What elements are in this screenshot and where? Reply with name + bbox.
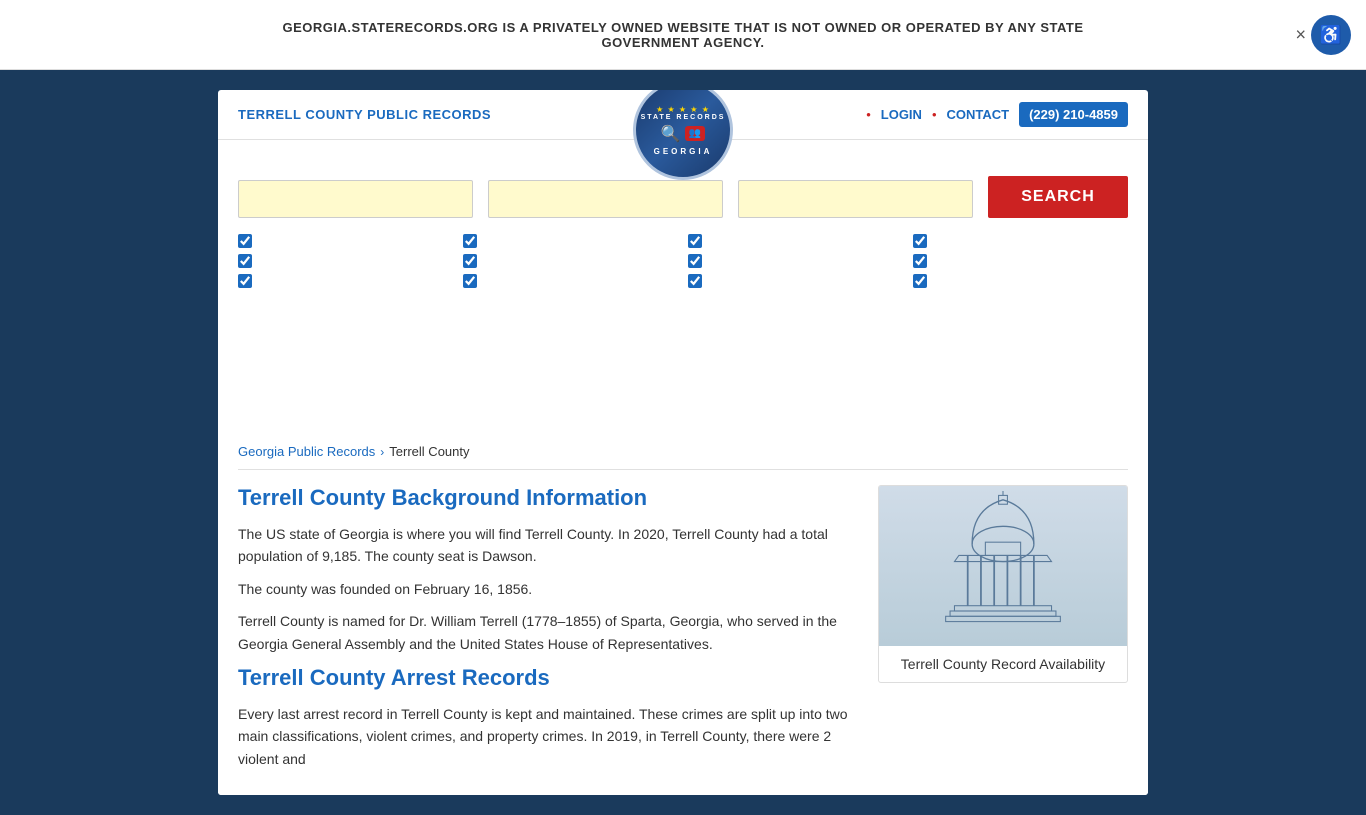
nav-links: • LOGIN • CONTACT (229) 210-4859 xyxy=(866,102,1128,127)
sidebar-card: Terrell County Record Availability xyxy=(878,485,1128,683)
people-icon: 👥 xyxy=(685,126,705,141)
checkbox-label-4: Criminal Records xyxy=(258,253,358,268)
arrest-body: Every last arrest record in Terrell Coun… xyxy=(238,703,858,770)
content-main: Terrell County Background Information Th… xyxy=(238,485,858,780)
checkbox-item: Registered Licenses xyxy=(913,253,1128,268)
terms-link[interactable]: Terms of Service xyxy=(846,335,935,349)
checkbox-10[interactable] xyxy=(688,274,702,288)
checkbox-item: Traffic Violations xyxy=(463,273,678,288)
accessibility-button[interactable]: ♿ xyxy=(1311,15,1351,55)
checkbox-5[interactable] xyxy=(463,254,477,268)
background-body3: Terrell County is named for Dr. William … xyxy=(238,610,858,655)
checkbox-8[interactable] xyxy=(238,274,252,288)
last-name-input[interactable] xyxy=(488,180,723,218)
checkbox-item: Unclaimed Assets xyxy=(688,273,903,288)
checkbox-label-11: Contact Details xyxy=(933,273,1021,288)
checkbox-label-1: Bankruptcies xyxy=(483,233,558,248)
page-wrapper: TERRELL COUNTY PUBLIC RECORDS ★ ★ ★ ★ ★ … xyxy=(0,70,1366,815)
checkbox-item: Business Ownership xyxy=(688,253,903,268)
background-title: Terrell County Background Information xyxy=(238,485,858,511)
checkbox-0[interactable] xyxy=(238,234,252,248)
checkbox-item: Criminal Records xyxy=(238,253,453,268)
checkbox-label-9: Traffic Violations xyxy=(483,273,578,288)
nav-dot-1: • xyxy=(866,107,871,122)
breadcrumb-separator: › xyxy=(380,445,384,459)
checkbox-label-8: Jail & Inmate Records xyxy=(258,273,385,288)
checkbox-item: Vital Records xyxy=(913,233,1128,248)
city-label: City: xyxy=(738,160,973,175)
logo-icons: 🔍 👥 xyxy=(661,124,705,144)
breadcrumb-parent-link[interactable]: Georgia Public Records xyxy=(238,444,375,459)
header-card: TERRELL COUNTY PUBLIC RECORDS ★ ★ ★ ★ ★ … xyxy=(218,90,1148,795)
building-icon xyxy=(913,491,1093,641)
logo-stars: ★ ★ ★ ★ ★ xyxy=(656,105,710,114)
checkbox-item: Contact Details xyxy=(913,273,1128,288)
city-input[interactable] xyxy=(738,180,973,218)
checkbox-11[interactable] xyxy=(913,274,927,288)
nav-dot-2: • xyxy=(932,107,937,122)
checkbox-item: Jail & Inmate Records xyxy=(238,273,453,288)
checkbox-label-2: Property Records xyxy=(708,233,809,248)
breadcrumb: Georgia Public Records › Terrell County xyxy=(238,434,1128,470)
background-body2: The county was founded on February 16, 1… xyxy=(238,578,858,600)
disclaimer: Georgia.StateRecords.org is not a consum… xyxy=(238,303,1128,399)
checkbox-label-7: Registered Licenses xyxy=(933,253,1051,268)
content-area: Georgia Public Records › Terrell County … xyxy=(218,419,1148,795)
sidebar-card-title: Terrell County Record Availability xyxy=(879,646,1127,682)
checkbox-label-5: Liens & Judgments xyxy=(483,253,594,268)
search-section: First Name:* Last Name:* City: SEARCH xyxy=(218,140,1148,419)
arrest-title: Terrell County Arrest Records xyxy=(238,665,858,691)
checkbox-label-0: Arrest Records xyxy=(258,233,345,248)
content-sidebar: Terrell County Record Availability xyxy=(878,485,1128,780)
checkbox-item: Liens & Judgments xyxy=(463,253,678,268)
checkbox-4[interactable] xyxy=(238,254,252,268)
content-layout: Terrell County Background Information Th… xyxy=(238,485,1128,780)
phone-button[interactable]: (229) 210-4859 xyxy=(1019,102,1128,127)
breadcrumb-current: Terrell County xyxy=(389,444,469,459)
logo: ★ ★ ★ ★ ★ STATE RECORDS 🔍 👥 GEORGIA xyxy=(633,90,733,180)
checkbox-9[interactable] xyxy=(463,274,477,288)
checkbox-2[interactable] xyxy=(688,234,702,248)
top-banner: GEORGIA.STATERECORDS.ORG IS A PRIVATELY … xyxy=(0,0,1366,70)
main-container: TERRELL COUNTY PUBLIC RECORDS ★ ★ ★ ★ ★ … xyxy=(203,90,1163,795)
banner-text: GEORGIA.STATERECORDS.ORG IS A PRIVATELY … xyxy=(233,20,1133,50)
search-icon: 🔍 xyxy=(661,124,681,144)
contact-link[interactable]: CONTACT xyxy=(947,107,1010,122)
login-link[interactable]: LOGIN xyxy=(881,107,922,122)
site-title: TERRELL COUNTY PUBLIC RECORDS xyxy=(238,107,491,122)
checkbox-6[interactable] xyxy=(688,254,702,268)
header-top: TERRELL COUNTY PUBLIC RECORDS ★ ★ ★ ★ ★ … xyxy=(218,90,1148,140)
checkbox-label-10: Unclaimed Assets xyxy=(708,273,811,288)
checkbox-1[interactable] xyxy=(463,234,477,248)
logo-top-text: STATE RECORDS xyxy=(641,114,726,121)
first-name-group: First Name:* xyxy=(238,160,473,218)
city-group: City: xyxy=(738,160,973,218)
logo-bottom-text: GEORGIA xyxy=(654,147,713,156)
checkbox-section: Arrest Records Bankruptcies Property Recor… xyxy=(238,233,1128,288)
accessibility-icon: ♿ xyxy=(1320,25,1342,46)
checkbox-label-6: Business Ownership xyxy=(708,253,827,268)
checkbox-item: Arrest Records xyxy=(238,233,453,248)
sidebar-building-image xyxy=(879,486,1127,646)
checkbox-item: Bankruptcies xyxy=(463,233,678,248)
first-name-label: First Name:* xyxy=(238,160,473,175)
checkbox-7[interactable] xyxy=(913,254,927,268)
logo-container: ★ ★ ★ ★ ★ STATE RECORDS 🔍 👥 GEORGIA xyxy=(633,90,733,180)
checkbox-label-3: Vital Records xyxy=(933,233,1010,248)
checkbox-item: Property Records xyxy=(688,233,903,248)
checkbox-3[interactable] xyxy=(913,234,927,248)
banner-close-button[interactable]: × xyxy=(1295,24,1306,45)
search-button[interactable]: SEARCH xyxy=(988,176,1128,218)
first-name-input[interactable] xyxy=(238,180,473,218)
background-body1: The US state of Georgia is where you wil… xyxy=(238,523,858,568)
